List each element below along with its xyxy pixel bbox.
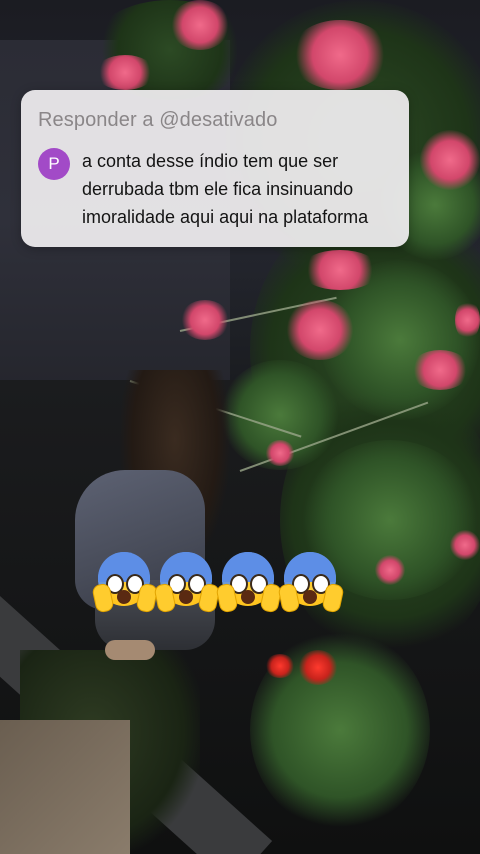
person-foot	[105, 640, 155, 660]
pink-flowers	[180, 300, 230, 340]
reply-header: Responder a @desativado	[38, 109, 278, 131]
red-flowers	[298, 650, 338, 685]
comment-line: imoralidade aqui aqui na plataforma	[82, 207, 369, 227]
pink-flowers	[290, 20, 390, 90]
emoji-overlay	[91, 550, 345, 614]
reply-comment-card[interactable]: Responder a @desativado P a conta desse …	[21, 90, 409, 247]
pink-flowers	[420, 130, 480, 190]
pink-flowers	[300, 250, 380, 290]
comment-line: derrubada tbm ele fica insinuando	[82, 179, 354, 199]
comment-line: a conta desse índio tem que ser	[82, 151, 339, 171]
red-flowers	[265, 654, 295, 678]
pink-flowers	[410, 350, 470, 390]
comment-text: a conta desse índio tem que ser derrubad…	[82, 147, 400, 231]
face-screaming-in-fear-icon	[153, 550, 221, 614]
pink-flowers	[95, 55, 155, 90]
crouching-person	[75, 370, 245, 670]
commenter-avatar: P	[38, 148, 70, 180]
pink-flowers	[170, 0, 230, 50]
face-screaming-in-fear-icon	[277, 550, 345, 614]
face-screaming-in-fear-icon	[215, 550, 283, 614]
paving-stone	[0, 720, 130, 854]
pink-flowers	[265, 440, 295, 466]
pink-flowers	[450, 530, 480, 560]
pink-flowers	[285, 300, 355, 360]
face-screaming-in-fear-icon	[91, 550, 159, 614]
pink-flowers	[375, 555, 405, 585]
pink-flowers	[455, 300, 480, 340]
